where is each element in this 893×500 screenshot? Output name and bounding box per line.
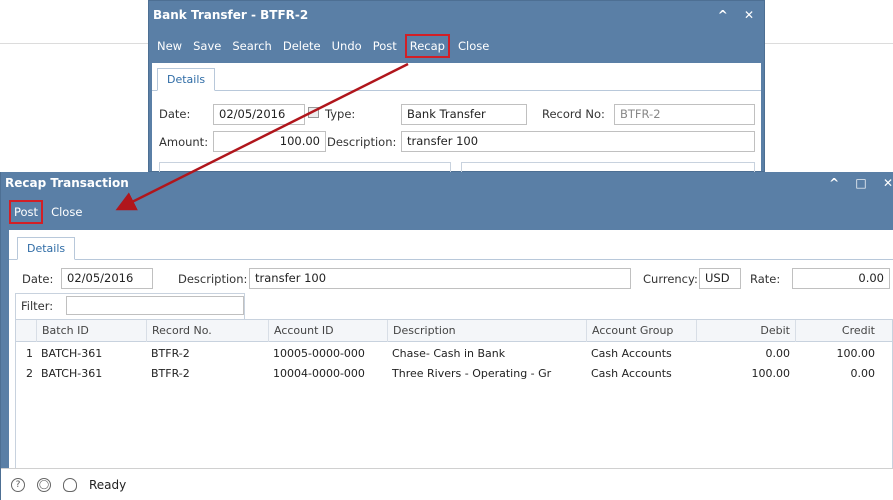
- annotation-arrow: [115, 62, 409, 211]
